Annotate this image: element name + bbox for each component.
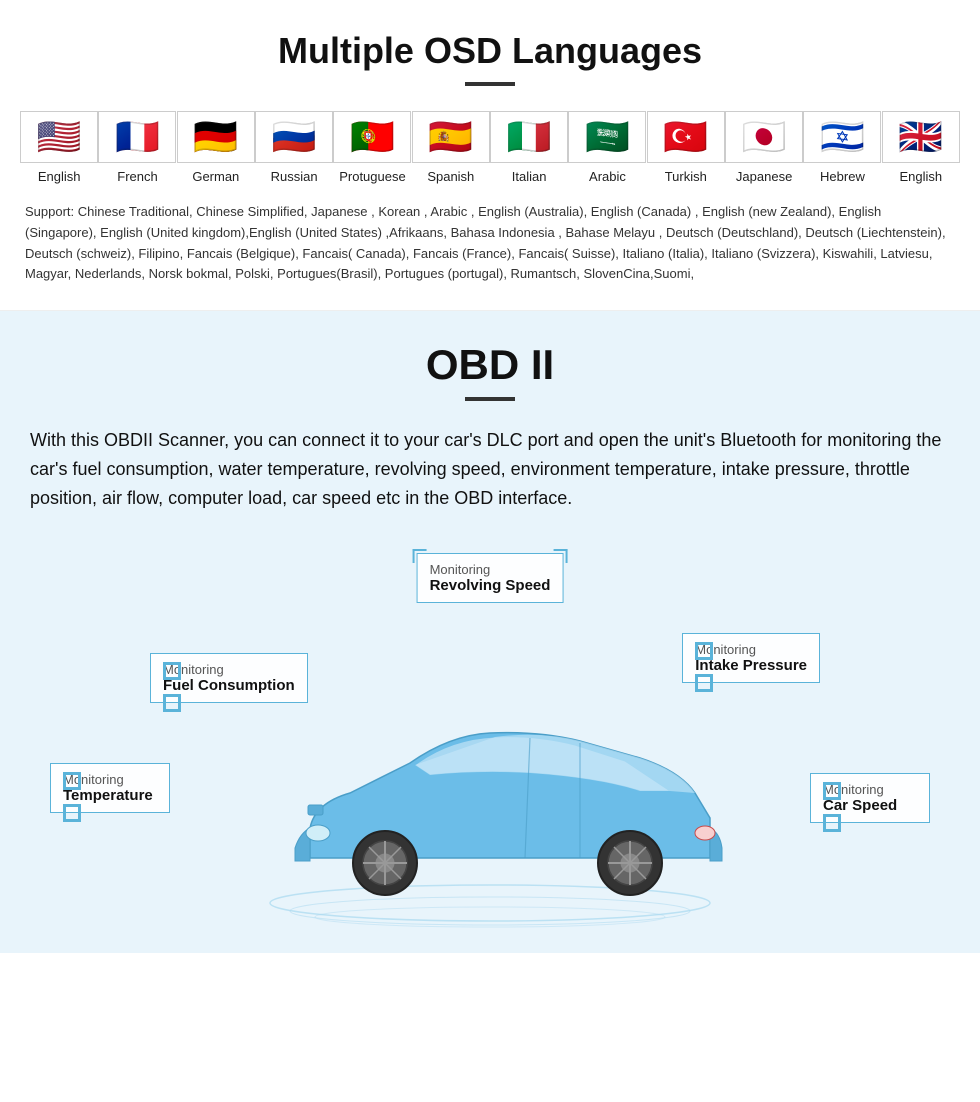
monitor-temp: Monitoring Temperature [50, 763, 170, 813]
car-diagram: Monitoring Revolving Speed Monitoring Fu… [30, 533, 950, 953]
flag-item-hebrew-10: 🇮🇱 Hebrew [803, 111, 881, 184]
flag-emoji-8: 🇹🇷 [647, 111, 725, 163]
flag-label-8: Turkish [665, 169, 707, 184]
monitor-temp-main: Temperature [63, 787, 157, 804]
flag-item-turkish-8: 🇹🇷 Turkish [647, 111, 725, 184]
flag-emoji-2: 🇩🇪 [177, 111, 255, 163]
flag-emoji-10: 🇮🇱 [803, 111, 881, 163]
flag-label-9: Japanese [736, 169, 792, 184]
flag-item-english-11: 🇬🇧 English [882, 111, 960, 184]
languages-section: Multiple OSD Languages 🇺🇸 English 🇫🇷 Fre… [0, 0, 980, 311]
monitor-carspeed-sub: Monitoring [823, 782, 884, 797]
flag-emoji-1: 🇫🇷 [98, 111, 176, 163]
flag-item-german-2: 🇩🇪 German [177, 111, 255, 184]
flag-emoji-5: 🇪🇸 [412, 111, 490, 163]
monitor-carspeed: Monitoring Car Speed [810, 773, 930, 823]
flags-row: 🇺🇸 English 🇫🇷 French 🇩🇪 German 🇷🇺 Russia… [20, 111, 960, 184]
monitor-revolving-main: Revolving Speed [430, 577, 551, 594]
flag-emoji-3: 🇷🇺 [255, 111, 333, 163]
obd-section: OBD II With this OBDII Scanner, you can … [0, 311, 980, 952]
monitor-carspeed-main: Car Speed [823, 797, 917, 814]
flag-item-russian-3: 🇷🇺 Russian [255, 111, 333, 184]
flag-label-3: Russian [271, 169, 318, 184]
flag-label-10: Hebrew [820, 169, 865, 184]
flag-label-0: English [38, 169, 81, 184]
flag-emoji-7: 🇸🇦 [568, 111, 646, 163]
flag-label-6: Italian [512, 169, 547, 184]
flag-emoji-9: 🇯🇵 [725, 111, 803, 163]
flag-label-4: Protuguese [339, 169, 406, 184]
languages-title: Multiple OSD Languages [20, 30, 960, 72]
flag-item-spanish-5: 🇪🇸 Spanish [412, 111, 490, 184]
monitor-revolving-sub: Monitoring [430, 562, 491, 577]
title-divider [465, 82, 515, 86]
flag-item-italian-6: 🇮🇹 Italian [490, 111, 568, 184]
obd-title: OBD II [30, 341, 950, 389]
obd-description: With this OBDII Scanner, you can connect… [30, 426, 950, 512]
flag-item-french-1: 🇫🇷 French [98, 111, 176, 184]
car-illustration [250, 653, 730, 933]
support-text: Support: Chinese Traditional, Chinese Si… [20, 192, 960, 290]
monitor-revolving: Monitoring Revolving Speed [417, 553, 564, 603]
flag-emoji-6: 🇮🇹 [490, 111, 568, 163]
flag-label-7: Arabic [589, 169, 626, 184]
flag-emoji-11: 🇬🇧 [882, 111, 960, 163]
flag-label-11: English [899, 169, 942, 184]
flag-item-arabic-7: 🇸🇦 Arabic [568, 111, 646, 184]
monitor-fuel-sub: Monitoring [163, 662, 224, 677]
flag-item-protuguese-4: 🇵🇹 Protuguese [333, 111, 411, 184]
flag-item-english-0: 🇺🇸 English [20, 111, 98, 184]
flag-label-5: Spanish [427, 169, 474, 184]
flag-emoji-0: 🇺🇸 [20, 111, 98, 163]
flag-label-1: French [117, 169, 157, 184]
obd-divider [465, 397, 515, 401]
flag-item-japanese-9: 🇯🇵 Japanese [725, 111, 803, 184]
flag-label-2: German [192, 169, 239, 184]
monitor-temp-sub: Monitoring [63, 772, 124, 787]
flag-emoji-4: 🇵🇹 [333, 111, 411, 163]
